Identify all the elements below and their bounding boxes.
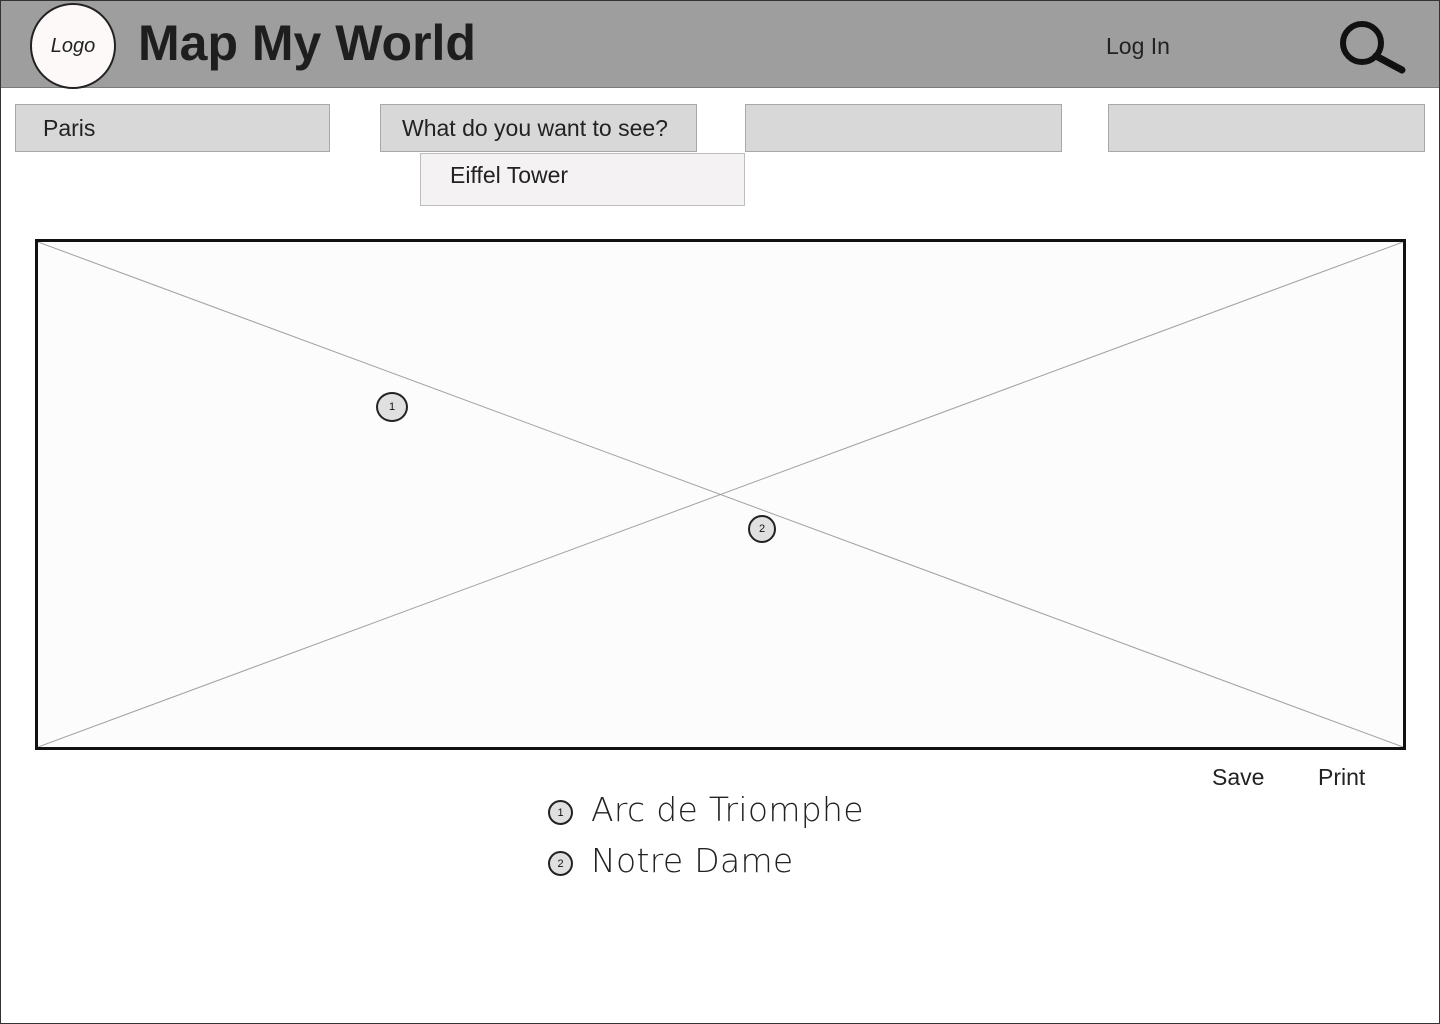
search-icon <box>1340 21 1406 74</box>
attraction-input[interactable]: What do you want to see? <box>380 104 697 152</box>
legend-number-badge: 2 <box>548 851 573 876</box>
print-button[interactable]: Print <box>1318 762 1365 792</box>
filter-input-3[interactable] <box>745 104 1062 152</box>
legend-label: Arc de Triomphe <box>591 790 864 829</box>
app-title: Map My World <box>138 15 476 71</box>
legend-label: Notre Dame <box>591 841 794 880</box>
map-view[interactable]: 1 2 <box>35 239 1406 750</box>
map-marker-1[interactable]: 1 <box>376 392 408 422</box>
legend-number-badge: 1 <box>548 800 573 825</box>
login-link[interactable]: Log In <box>1106 31 1170 61</box>
logo[interactable]: Logo <box>30 3 116 89</box>
map-marker-2[interactable]: 2 <box>748 515 776 543</box>
filter-input-4[interactable] <box>1108 104 1425 152</box>
legend-item[interactable]: 2 Notre Dame <box>548 841 968 887</box>
legend-item[interactable]: 1 Arc de Triomphe <box>548 790 968 836</box>
save-button[interactable]: Save <box>1212 762 1264 792</box>
app-header: Logo Map My World Log In <box>1 1 1439 89</box>
city-input[interactable]: Paris <box>15 104 330 152</box>
search-button[interactable] <box>1335 19 1407 77</box>
dropdown-option-eiffel-tower[interactable]: Eiffel Tower <box>420 153 745 206</box>
image-placeholder-icon <box>38 242 1403 747</box>
